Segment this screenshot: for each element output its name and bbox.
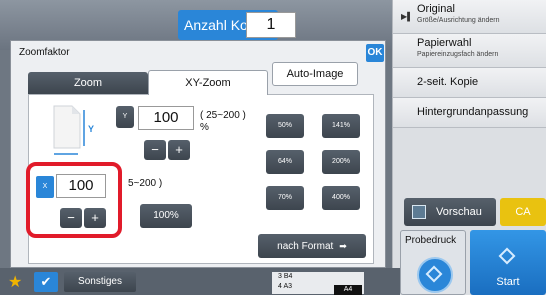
paper-size-badge: A4 (334, 285, 362, 295)
rp-item-title: Hintergrundanpassung (417, 106, 529, 118)
check-icon[interactable]: ✔ (34, 272, 58, 292)
auto-image-button[interactable]: Auto-Image (272, 62, 358, 86)
y-zoom-range: ( 25~200 ) (200, 110, 246, 121)
preview-label: Vorschau (436, 206, 482, 218)
rp-item-subtitle: Papiereinzugsfach ändern (417, 51, 499, 58)
proof-print-label: Probedruck (405, 235, 457, 246)
star-icon[interactable]: ★ (8, 272, 30, 292)
preset-64-button[interactable]: 64% (266, 150, 304, 174)
rp-item-title: Papierwahl (417, 37, 472, 49)
preset-141-button[interactable]: 141% (322, 114, 360, 138)
rp-item-title: Original (417, 3, 455, 15)
x-plus-button[interactable]: + (84, 208, 106, 228)
arrow-right-icon: ➡ (339, 241, 347, 251)
other-button[interactable]: Sonstiges (64, 272, 136, 292)
preset-70-button[interactable]: 70% (266, 186, 304, 210)
y-plus-button[interactable]: + (168, 140, 190, 160)
x-axis-button[interactable]: X (36, 176, 54, 198)
y-minus-button[interactable]: − (144, 140, 166, 160)
reset-100-button[interactable]: 100% (140, 204, 192, 228)
proof-print-circle (417, 257, 453, 293)
start-button[interactable]: Start (470, 230, 546, 295)
preview-icon (412, 205, 426, 219)
preview-button[interactable]: Vorschau (404, 198, 496, 226)
play-icon: ▶▌ (401, 12, 413, 21)
x-zoom-input[interactable]: 100 (56, 174, 106, 198)
tray-row: 4 A3 (278, 283, 293, 290)
rp-item-title: 2-seit. Kopie (417, 76, 479, 88)
diamond-icon (425, 265, 443, 283)
y-zoom-input[interactable]: 100 (138, 106, 194, 130)
rp-item-background[interactable]: Hintergrundanpassung (393, 98, 546, 128)
preset-50-button[interactable]: 50% (266, 114, 304, 138)
diamond-icon (498, 247, 516, 265)
y-axis-button[interactable]: Y (116, 106, 134, 128)
by-format-button[interactable]: nach Format ➡ (258, 234, 366, 258)
ca-button[interactable]: CA (500, 198, 546, 226)
ok-button[interactable]: OK (366, 44, 384, 62)
x-zoom-range: 5~200 ) (128, 178, 163, 189)
rp-item-duplex[interactable]: 2-seit. Kopie (393, 68, 546, 98)
start-label: Start (496, 276, 520, 288)
tab-zoom[interactable]: Zoom (28, 72, 148, 94)
rp-item-original[interactable]: ▶▌ Original Größe/Ausrichtung ändern (393, 0, 546, 34)
rp-item-papierwahl[interactable]: Papierwahl Papiereinzugsfach ändern (393, 34, 546, 68)
preset-400-button[interactable]: 400% (322, 186, 360, 210)
copies-input[interactable]: 1 (246, 12, 296, 38)
proof-print-button[interactable]: Probedruck (400, 230, 466, 295)
rp-item-subtitle: Größe/Ausrichtung ändern (417, 17, 500, 24)
y-zoom-unit: % (200, 122, 209, 133)
document-xy-icon: Y (48, 104, 98, 162)
by-format-label: nach Format (277, 241, 334, 252)
svg-text:Y: Y (88, 124, 94, 134)
tab-xy-zoom[interactable]: XY-Zoom (148, 70, 268, 95)
x-minus-button[interactable]: − (60, 208, 82, 228)
preset-200-button[interactable]: 200% (322, 150, 360, 174)
tray-row: 3 B4 (278, 273, 293, 280)
dialog-title: Zoomfaktor (19, 47, 70, 58)
